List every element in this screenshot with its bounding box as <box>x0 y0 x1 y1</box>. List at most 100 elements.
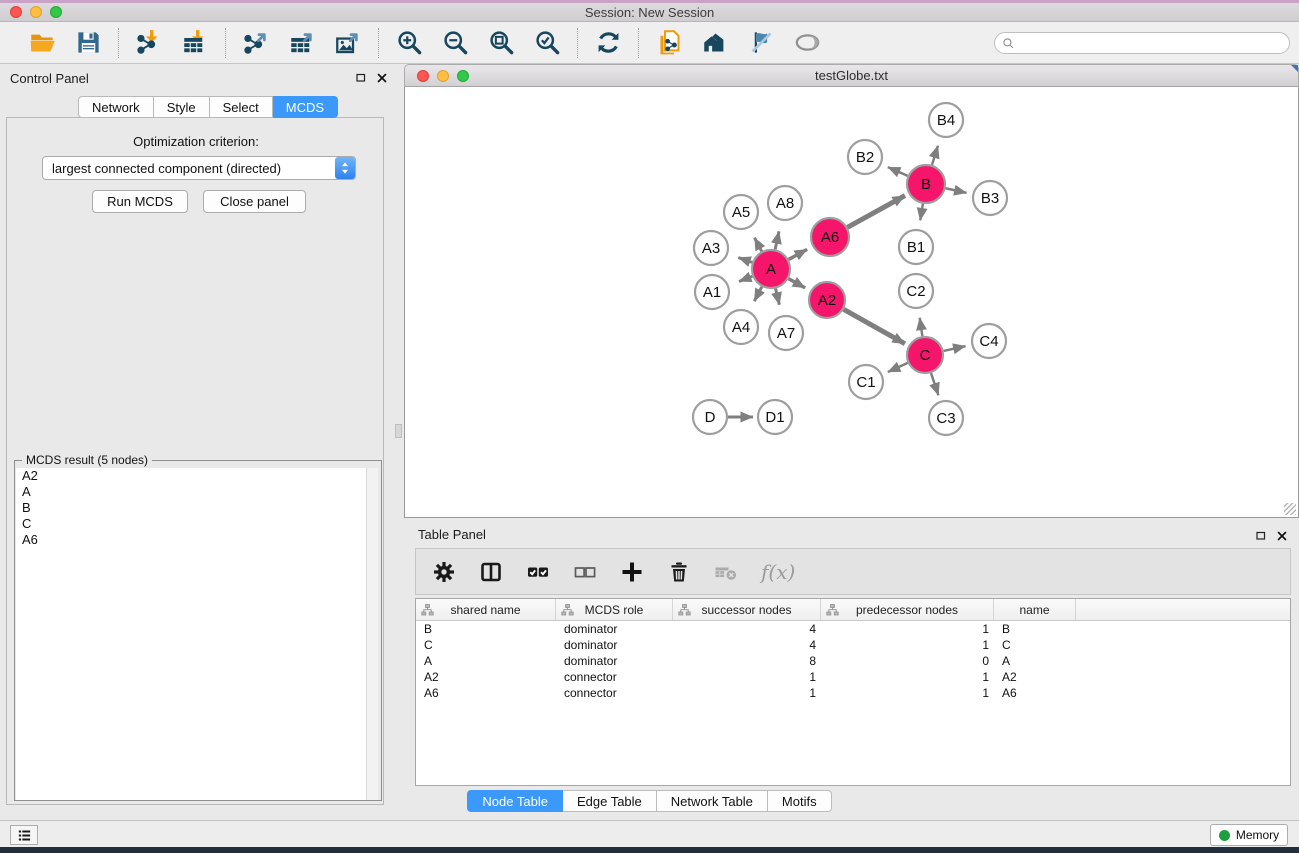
cell-name[interactable]: A6 <box>994 685 1076 701</box>
network-graph[interactable]: B4B2BB3A8A5A6A3B1AA1C2A2A4A7C4CC1C3DD1 <box>405 87 1298 516</box>
split-view-columns-button[interactable] <box>475 556 507 588</box>
cell-shared-name[interactable]: A <box>416 653 556 669</box>
minimize-window-button[interactable] <box>30 6 42 18</box>
tab-network-table[interactable]: Network Table <box>657 790 768 812</box>
split-pane-handle[interactable] <box>395 424 402 438</box>
network-canvas[interactable]: B4B2BB3A8A5A6A3B1AA1C2A2A4A7C4CC1C3DD1 <box>404 87 1299 518</box>
cell-predecessor-nodes[interactable]: 1 <box>821 685 994 701</box>
cell-MCDS-role[interactable]: connector <box>556 669 673 685</box>
cell-name[interactable]: B <box>994 621 1076 637</box>
cell-name[interactable]: A2 <box>994 669 1076 685</box>
edge-A-A1[interactable] <box>739 276 752 281</box>
cell-MCDS-role[interactable]: dominator <box>556 621 673 637</box>
result-item[interactable]: A <box>16 484 367 500</box>
edge-A-A8[interactable] <box>775 231 779 249</box>
tab-node-table[interactable]: Node Table <box>467 790 563 812</box>
network-minimize-button[interactable] <box>437 70 449 82</box>
tab-edge-table[interactable]: Edge Table <box>563 790 657 812</box>
mcds-result-list[interactable]: A2ABCA6 <box>16 468 367 800</box>
edge-B-B4[interactable] <box>932 146 938 165</box>
edge-C-C1[interactable] <box>888 363 908 372</box>
tab-network[interactable]: Network <box>78 96 154 118</box>
deselect-all-button[interactable] <box>569 556 601 588</box>
column-header-shared-name[interactable]: shared name <box>416 599 556 620</box>
delete-table-button[interactable] <box>710 556 742 588</box>
resize-grip-icon[interactable] <box>1284 503 1296 515</box>
home-button[interactable] <box>699 27 731 59</box>
column-settings-gear-button[interactable] <box>428 556 460 588</box>
dropdown-stepper[interactable] <box>335 157 355 179</box>
maximize-window-button[interactable] <box>50 6 62 18</box>
zoom-selected-button[interactable] <box>531 27 563 59</box>
network-window-titlebar[interactable]: testGlobe.txt <box>404 64 1299 87</box>
cell-MCDS-role[interactable]: dominator <box>556 637 673 653</box>
save-session-button[interactable] <box>72 27 104 59</box>
zoom-out-button[interactable] <box>439 27 471 59</box>
float-table-panel-icon[interactable] <box>1255 530 1267 542</box>
edge-C-C2[interactable] <box>920 318 923 336</box>
edge-A-A2[interactable] <box>788 279 805 288</box>
edge-A6-B[interactable] <box>848 196 905 228</box>
cell-shared-name[interactable]: B <box>416 621 556 637</box>
result-item[interactable]: C <box>16 516 367 532</box>
float-panel-icon[interactable] <box>355 72 367 84</box>
result-item[interactable]: A2 <box>16 468 367 484</box>
zoom-fit-button[interactable] <box>485 27 517 59</box>
table-row[interactable]: Adominator80A <box>416 653 1290 669</box>
column-header-successor-nodes[interactable]: successor nodes <box>673 599 821 620</box>
memory-button[interactable]: Memory <box>1210 824 1288 846</box>
close-table-panel-icon[interactable] <box>1276 530 1288 542</box>
cell-successor-nodes[interactable]: 4 <box>673 637 821 653</box>
edge-C-C3[interactable] <box>931 373 938 395</box>
refresh-layout-button[interactable] <box>592 27 624 59</box>
result-item[interactable]: B <box>16 500 367 516</box>
cell-successor-nodes[interactable]: 1 <box>673 669 821 685</box>
tab-mcds[interactable]: MCDS <box>273 96 338 118</box>
cell-predecessor-nodes[interactable]: 1 <box>821 669 994 685</box>
edge-A-A5[interactable] <box>755 238 762 252</box>
task-history-button[interactable] <box>10 825 38 845</box>
column-header-predecessor-nodes[interactable]: predecessor nodes <box>821 599 994 620</box>
search-box[interactable] <box>994 32 1290 54</box>
hide-details-button[interactable] <box>745 27 777 59</box>
tab-motifs[interactable]: Motifs <box>768 790 832 812</box>
tab-select[interactable]: Select <box>210 96 273 118</box>
network-close-button[interactable] <box>417 70 429 82</box>
table-row[interactable]: A6connector11A6 <box>416 685 1290 701</box>
import-table-button[interactable] <box>179 27 211 59</box>
show-details-eye-button[interactable] <box>791 27 823 59</box>
edge-A-A7[interactable] <box>776 288 780 304</box>
tab-style[interactable]: Style <box>154 96 210 118</box>
search-input[interactable] <box>1015 34 1289 52</box>
delete-column-trash-button[interactable] <box>663 556 695 588</box>
zoom-in-button[interactable] <box>393 27 425 59</box>
close-panel-button[interactable]: Close panel <box>203 190 306 213</box>
column-header-name[interactable]: name <box>994 599 1076 620</box>
cell-successor-nodes[interactable]: 8 <box>673 653 821 669</box>
function-builder-button[interactable]: f(x) <box>757 560 795 584</box>
export-image-button[interactable] <box>332 27 364 59</box>
export-network-button[interactable] <box>240 27 272 59</box>
cell-shared-name[interactable]: A6 <box>416 685 556 701</box>
cell-name[interactable]: C <box>994 637 1076 653</box>
edge-C-C4[interactable] <box>944 346 966 351</box>
close-window-button[interactable] <box>10 6 22 18</box>
export-table-button[interactable] <box>286 27 318 59</box>
close-panel-icon[interactable] <box>376 72 388 84</box>
run-mcds-button[interactable]: Run MCDS <box>92 190 188 213</box>
edge-A-A6[interactable] <box>789 249 808 259</box>
edge-A-A3[interactable] <box>738 258 752 263</box>
result-list-scrollbar[interactable] <box>366 468 378 800</box>
cell-predecessor-nodes[interactable]: 1 <box>821 621 994 637</box>
table-row[interactable]: Cdominator41C <box>416 637 1290 653</box>
column-header-MCDS-role[interactable]: MCDS role <box>556 599 673 620</box>
optimization-dropdown[interactable]: largest connected component (directed) <box>42 156 356 180</box>
open-session-button[interactable] <box>26 27 58 59</box>
cell-predecessor-nodes[interactable]: 1 <box>821 637 994 653</box>
cell-shared-name[interactable]: A2 <box>416 669 556 685</box>
cell-shared-name[interactable]: C <box>416 637 556 653</box>
table-row[interactable]: A2connector11A2 <box>416 669 1290 685</box>
clone-network-button[interactable] <box>653 27 685 59</box>
import-network-button[interactable] <box>133 27 165 59</box>
cell-predecessor-nodes[interactable]: 0 <box>821 653 994 669</box>
